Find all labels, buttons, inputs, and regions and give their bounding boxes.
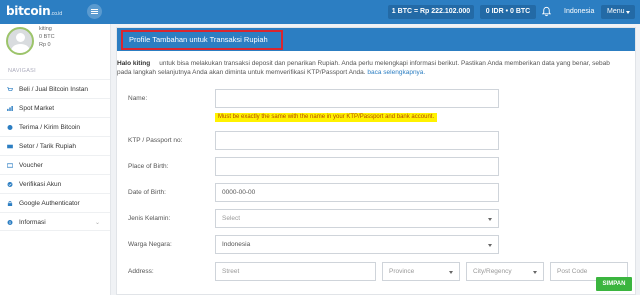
sidebar-item-spot-market[interactable]: Spot Market — [0, 98, 110, 117]
language-selector[interactable]: Indonesia — [564, 8, 594, 15]
sidebar-item-send-receive[interactable]: Terima / Kirim Bitcoin — [0, 117, 110, 136]
hamburger-menu-icon[interactable] — [87, 4, 102, 19]
nav-heading: NAVIGASI — [8, 68, 36, 74]
chevron-down-icon — [626, 11, 630, 14]
sidebar-item-label: Terima / Kirim Bitcoin — [19, 124, 81, 131]
save-button[interactable]: SIMPAN — [596, 277, 632, 291]
province-select[interactable]: Province — [382, 262, 460, 281]
street-input[interactable]: Street — [215, 262, 376, 281]
user-idr-balance: Rp 0 — [39, 42, 51, 48]
chevron-down-icon — [449, 271, 453, 274]
balance-badge[interactable]: 0 IDR • 0 BTC — [480, 5, 536, 19]
sidebar-item-account-verification[interactable]: Verifikasi Akun — [0, 174, 110, 193]
citizenship-select[interactable]: Indonesia — [215, 235, 499, 254]
user-btc-balance: 0 BTC — [39, 34, 55, 40]
lock-icon — [7, 201, 13, 206]
name-input[interactable] — [215, 89, 499, 108]
name-label: Name: — [128, 95, 148, 102]
ktp-passport-input[interactable] — [215, 131, 499, 150]
address-label: Address: — [128, 268, 154, 275]
chevron-down-icon: ⌄ — [94, 220, 100, 226]
ktp-passport-label: KTP / Passport no: — [128, 137, 183, 144]
sidebar-item-label: Voucher — [19, 162, 43, 169]
menu-button[interactable]: Menu — [601, 5, 635, 19]
bitcoin-icon — [7, 125, 13, 130]
sidebar-item-label: Verifikasi Akun — [19, 181, 62, 188]
chevron-down-icon — [488, 218, 492, 221]
sidebar-item-label: Spot Market — [19, 105, 55, 112]
sidebar-item-information[interactable]: Informasi ⌄ — [0, 212, 110, 231]
chart-icon — [7, 106, 13, 111]
sidebar-item-label: Informasi — [19, 219, 46, 226]
sidebar-item-google-authenticator[interactable]: Google Authenticator — [0, 193, 110, 212]
btc-price-badge: 1 BTC = Rp 222.102.000 — [388, 5, 474, 19]
check-icon — [7, 182, 13, 187]
citizenship-label: Warga Negara: — [128, 241, 172, 248]
chevron-down-icon — [533, 271, 537, 274]
sidebar-item-label: Setor / Tarik Rupiah — [19, 143, 76, 150]
sidebar-item-buy-sell[interactable]: Beli / Jual Bitcoin Instan — [0, 79, 110, 98]
info-icon — [7, 220, 13, 225]
user-name: kiting — [39, 26, 52, 32]
date-of-birth-input[interactable]: 0000-00-00 — [215, 183, 499, 202]
brand-logo[interactable]: bitcoin.co.id — [6, 4, 62, 18]
sidebar-item-voucher[interactable]: Voucher — [0, 155, 110, 174]
cart-icon — [7, 87, 13, 91]
avatar[interactable] — [6, 27, 34, 55]
voucher-icon — [7, 163, 13, 168]
place-of-birth-label: Place of Birth: — [128, 163, 169, 170]
sidebar-item-deposit-withdraw[interactable]: Setor / Tarik Rupiah — [0, 136, 110, 155]
chevron-down-icon — [488, 244, 492, 247]
top-bar: bitcoin.co.id 1 BTC = Rp 222.102.000 0 I… — [0, 0, 640, 24]
city-select[interactable]: City/Regency — [466, 262, 544, 281]
sidebar-item-label: Beli / Jual Bitcoin Instan — [19, 86, 89, 93]
date-of-birth-label: Date of Birth: — [128, 189, 166, 196]
sidebar: kiting 0 BTC Rp 0 NAVIGASI Beli / Jual B… — [0, 24, 111, 295]
place-of-birth-input[interactable] — [215, 157, 499, 176]
name-warning: Must be exactly the same with the name i… — [215, 113, 438, 122]
money-icon — [7, 144, 13, 149]
gender-label: Jenis Kelamin: — [128, 215, 171, 222]
bell-icon[interactable] — [541, 6, 552, 17]
sidebar-item-label: Google Authenticator — [19, 200, 80, 207]
gender-select[interactable]: Select — [215, 209, 499, 228]
